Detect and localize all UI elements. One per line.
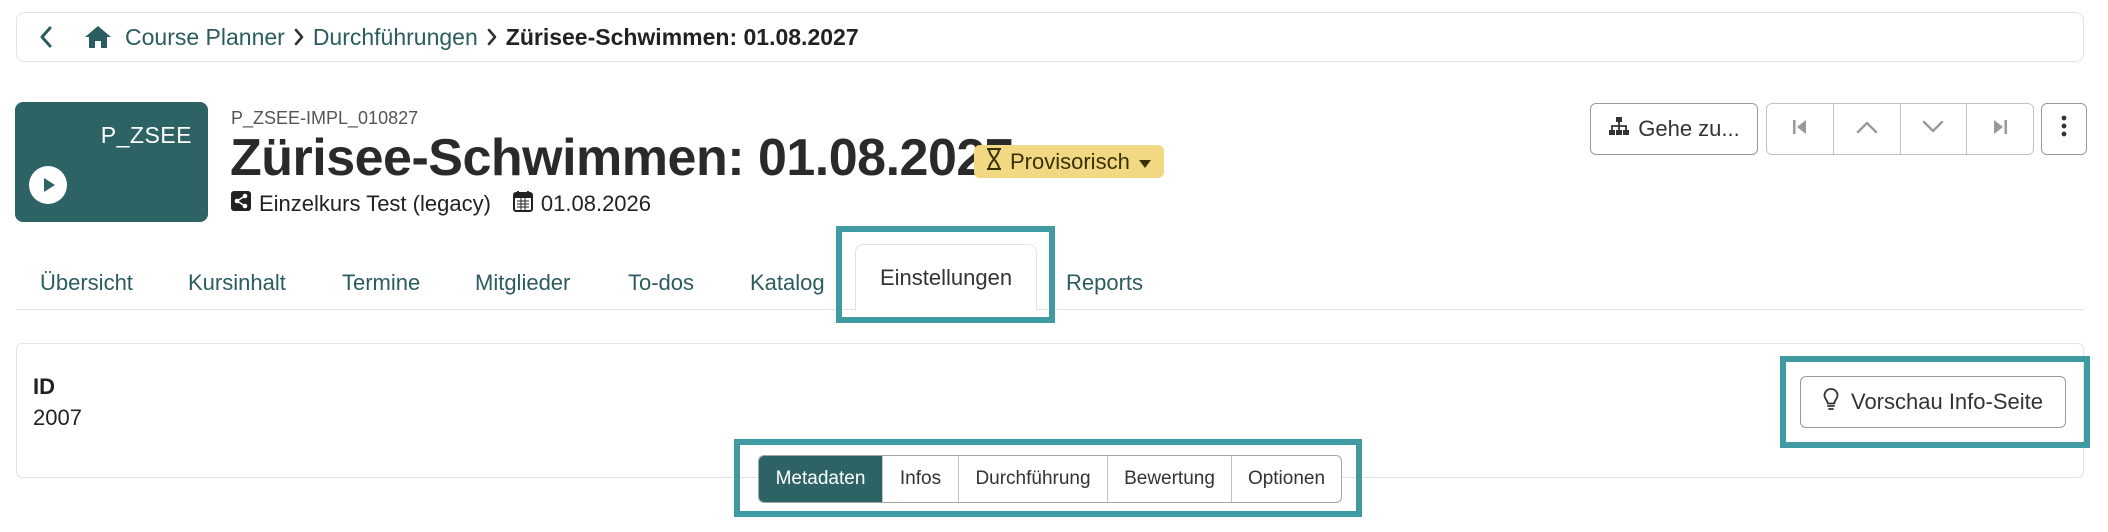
course-external-id: P_ZSEE-IMPL_010827 xyxy=(231,108,419,128)
play-icon[interactable] xyxy=(29,166,67,204)
chevron-right-icon xyxy=(486,28,498,46)
segment-bewertung[interactable]: Bewertung xyxy=(1108,456,1232,502)
segment-optionen[interactable]: Optionen xyxy=(1232,456,1341,502)
course-thumbnail[interactable]: P_ZSEE xyxy=(15,102,208,222)
goto-label: Gehe zu... xyxy=(1638,116,1740,141)
segment-durchfuehrung[interactable]: Durchführung xyxy=(959,456,1108,502)
last-button[interactable] xyxy=(1967,104,2033,154)
tab-kursinhalt[interactable]: Kursinhalt xyxy=(188,256,286,310)
skip-first-icon xyxy=(1791,118,1809,141)
tab-uebersicht[interactable]: Übersicht xyxy=(40,256,133,310)
home-icon[interactable] xyxy=(83,22,113,52)
sitemap-icon xyxy=(1608,116,1630,142)
tab-einstellungen[interactable]: Einstellungen xyxy=(855,244,1038,311)
navigation-button-group xyxy=(1766,103,2034,155)
course-meta: Einzelkurs Test (legacy) 01.08.2026 xyxy=(231,190,673,218)
hourglass-icon xyxy=(986,147,1002,176)
segment-infos[interactable]: Infos xyxy=(883,456,959,502)
chevron-right-icon xyxy=(293,28,305,46)
tab-termine[interactable]: Termine xyxy=(342,256,420,310)
settings-segmented-control: Metadaten Infos Durchführung Bewertung O… xyxy=(758,455,1342,503)
share-icon xyxy=(231,191,251,217)
page-title: Zürisee-Schwimmen: 01.08.2027 xyxy=(230,129,1014,187)
calendar-icon xyxy=(512,190,533,218)
id-label: ID xyxy=(33,374,55,399)
lightbulb-icon xyxy=(1823,387,1839,417)
tab-mitglieder[interactable]: Mitglieder xyxy=(475,256,570,310)
segment-metadaten[interactable]: Metadaten xyxy=(759,456,883,502)
course-date-label: 01.08.2026 xyxy=(540,191,652,216)
tab-reports[interactable]: Reports xyxy=(1066,256,1143,310)
previous-button[interactable] xyxy=(1833,104,1901,154)
first-button[interactable] xyxy=(1767,104,1834,154)
back-chevron-icon[interactable] xyxy=(31,22,61,52)
ellipsis-vertical-icon xyxy=(2061,115,2067,143)
skip-last-icon xyxy=(1991,118,2009,141)
goto-button[interactable]: Gehe zu... xyxy=(1590,103,1758,155)
next-button[interactable] xyxy=(1900,104,1968,154)
status-dropdown[interactable]: Provisorisch xyxy=(974,145,1164,178)
status-label: Provisorisch xyxy=(1010,148,1130,174)
course-type: Einzelkurs Test (legacy) xyxy=(231,191,491,217)
main-tabs: Übersicht Kursinhalt Termine Mitglieder … xyxy=(16,244,2084,311)
chevron-up-icon xyxy=(1856,120,1878,139)
breadcrumb: Course Planner Durchführungen Zürisee-Sc… xyxy=(16,12,2084,62)
breadcrumb-course-planner[interactable]: Course Planner xyxy=(125,24,285,51)
caret-down-icon xyxy=(1138,149,1152,175)
breadcrumb-durchfuehrungen[interactable]: Durchführungen xyxy=(313,24,478,51)
tab-katalog[interactable]: Katalog xyxy=(750,256,825,310)
preview-label: Vorschau Info-Seite xyxy=(1850,389,2043,414)
id-value: 2007 xyxy=(33,405,82,430)
course-date: 01.08.2026 xyxy=(512,190,652,218)
breadcrumb-current: Zürisee-Schwimmen: 01.08.2027 xyxy=(505,23,859,50)
chevron-down-icon xyxy=(1922,120,1944,139)
more-options-button[interactable] xyxy=(2041,103,2087,155)
tab-todos[interactable]: To-dos xyxy=(628,256,694,310)
thumbnail-code: P_ZSEE xyxy=(100,122,192,148)
preview-info-page-button[interactable]: Vorschau Info-Seite xyxy=(1800,376,2066,428)
course-type-label: Einzelkurs Test (legacy) xyxy=(259,191,491,216)
